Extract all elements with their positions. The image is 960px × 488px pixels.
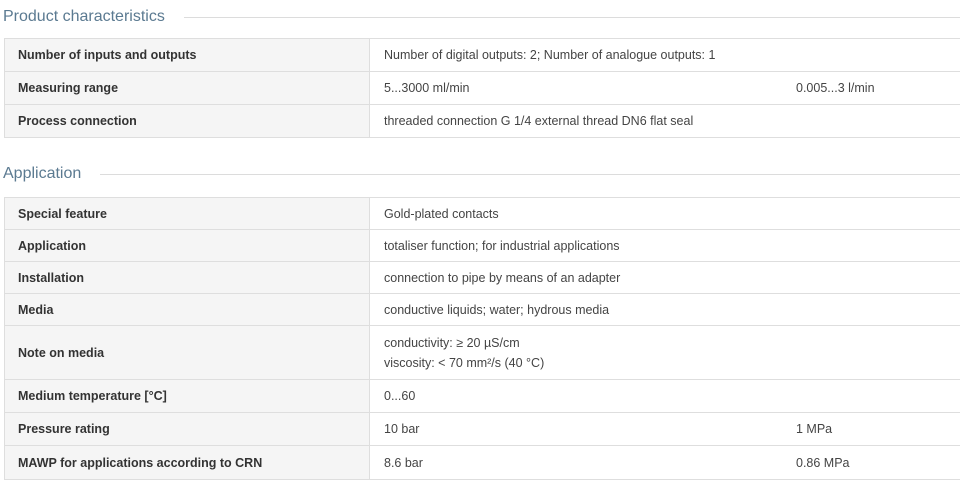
row-value: connection to pipe by means of an adapte… [369, 261, 796, 294]
table-row: Pressure rating 10 bar 1 MPa [4, 412, 960, 446]
row-value-secondary [796, 325, 960, 380]
row-label: Medium temperature [°C] [4, 379, 370, 413]
table-row: Media conductive liquids; water; hydrous… [4, 293, 960, 326]
product-characteristics-table: Number of inputs and outputs Number of d… [4, 38, 960, 138]
row-value-line: conductivity: ≥ 20 µS/cm [384, 335, 520, 350]
row-value: Number of digital outputs: 2; Number of … [369, 38, 796, 72]
row-value-secondary [796, 229, 960, 262]
row-label: Process connection [4, 104, 370, 138]
row-value-secondary [796, 379, 960, 413]
section-divider [183, 16, 960, 18]
row-value-secondary: 1 MPa [796, 412, 960, 446]
row-label: Note on media [4, 325, 370, 380]
section-divider [100, 173, 960, 175]
row-value-secondary [796, 104, 960, 138]
table-row: Note on media conductivity: ≥ 20 µS/cm v… [4, 325, 960, 380]
row-label: Measuring range [4, 71, 370, 105]
table-row: MAWP for applications according to CRN 8… [4, 445, 960, 480]
section-title: Product characteristics [3, 8, 165, 25]
row-value-secondary: 0.86 MPa [796, 445, 960, 480]
row-value: conductive liquids; water; hydrous media [369, 293, 796, 326]
row-value-secondary: 0.005...3 l/min [796, 71, 960, 105]
row-label: Number of inputs and outputs [4, 38, 370, 72]
row-value: threaded connection G 1/4 external threa… [369, 104, 796, 138]
table-row: Installation connection to pipe by means… [4, 261, 960, 294]
row-value-secondary [796, 197, 960, 230]
row-value-secondary [796, 293, 960, 326]
section-header-product-characteristics: Product characteristics [0, 6, 960, 28]
row-value: conductivity: ≥ 20 µS/cm viscosity: < 70… [369, 325, 796, 380]
table-row: Medium temperature [°C] 0...60 [4, 379, 960, 413]
row-value: 0...60 [369, 379, 796, 413]
row-value-line: viscosity: < 70 mm²/s (40 °C) [384, 355, 545, 370]
row-label: Pressure rating [4, 412, 370, 446]
section-header-application: Application [0, 163, 960, 185]
row-label: Installation [4, 261, 370, 294]
row-value: 10 bar [369, 412, 796, 446]
row-value-secondary [796, 38, 960, 72]
table-row: Measuring range 5...3000 ml/min 0.005...… [4, 71, 960, 105]
table-row: Special feature Gold-plated contacts [4, 197, 960, 230]
row-value: Gold-plated contacts [369, 197, 796, 230]
row-value: totaliser function; for industrial appli… [369, 229, 796, 262]
table-row: Number of inputs and outputs Number of d… [4, 38, 960, 72]
row-label: Special feature [4, 197, 370, 230]
table-row: Process connection threaded connection G… [4, 104, 960, 138]
application-table: Special feature Gold-plated contacts App… [4, 197, 960, 480]
table-row: Application totaliser function; for indu… [4, 229, 960, 262]
row-value: 5...3000 ml/min [369, 71, 796, 105]
row-label: Media [4, 293, 370, 326]
row-label: MAWP for applications according to CRN [4, 445, 370, 480]
section-title: Application [3, 165, 82, 182]
row-label: Application [4, 229, 370, 262]
row-value-secondary [796, 261, 960, 294]
row-value: 8.6 bar [369, 445, 796, 480]
